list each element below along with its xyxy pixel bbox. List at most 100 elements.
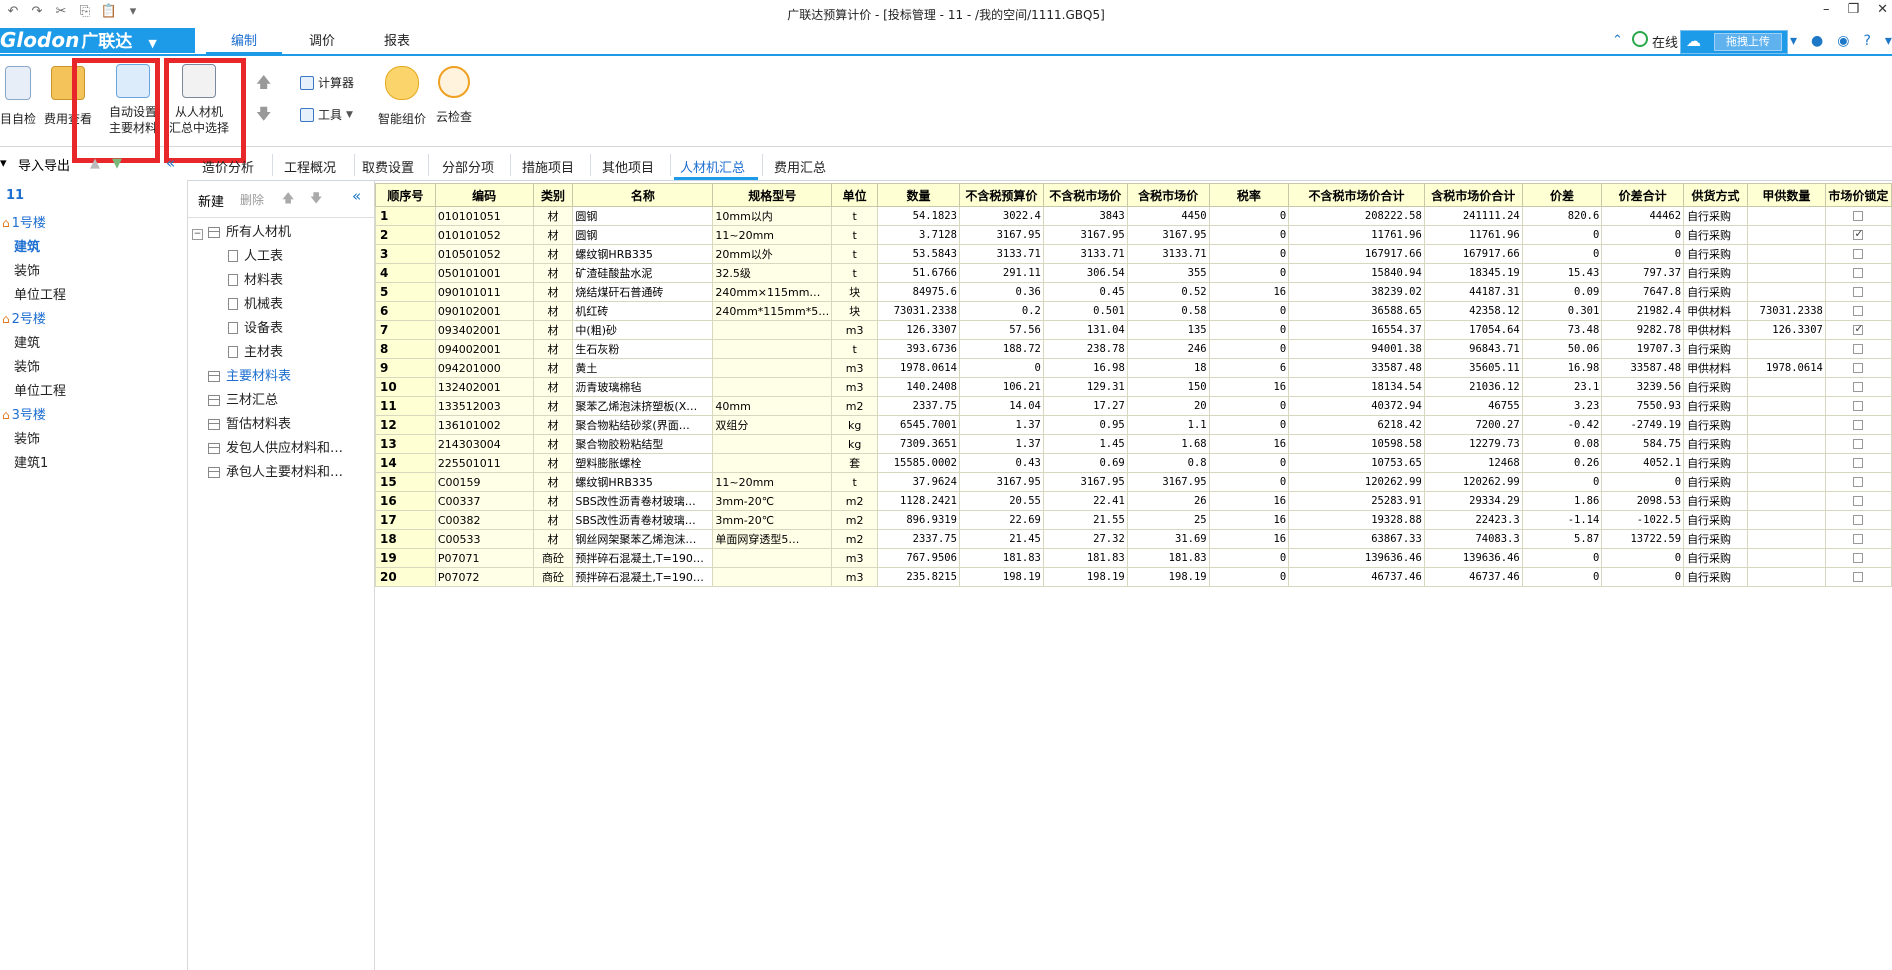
lock-checkbox-cell[interactable]	[1824, 206, 1892, 226]
col-budget-price-cell[interactable]: 20.55	[958, 491, 1044, 511]
col-owner-qty-cell[interactable]	[1746, 510, 1826, 530]
col-market-price-cell[interactable]: 17.27	[1042, 396, 1128, 416]
col-spec-header[interactable]: 规格型号	[712, 183, 833, 207]
col-unit-cell[interactable]: m2	[831, 491, 879, 511]
col-owner-qty-cell[interactable]	[1746, 472, 1826, 492]
delete-button[interactable]: 删除	[240, 191, 264, 208]
col-price-diff-cell[interactable]: 50.06	[1521, 339, 1603, 359]
lock-checkbox-cell[interactable]	[1824, 567, 1892, 587]
col-tax-rate-cell[interactable]: 16	[1208, 491, 1290, 511]
col-unit-cell[interactable]: m2	[831, 510, 879, 530]
col-qty-cell[interactable]: 235.8215	[877, 567, 960, 587]
col-spec-cell[interactable]: 240mm×115mm…	[712, 282, 833, 302]
tab-fee-settings[interactable]: 取费设置	[362, 157, 414, 176]
col-tax-rate-cell[interactable]: 0	[1208, 244, 1290, 264]
tree-provisional[interactable]: 暂估材料表	[208, 413, 291, 432]
col-supply-mode-cell[interactable]: 自行采购	[1683, 529, 1748, 549]
col-market-total-cell[interactable]: 36588.65	[1288, 301, 1425, 321]
col-spec-cell[interactable]	[712, 567, 833, 587]
move-up-small-icon[interactable]: ▲	[90, 156, 100, 171]
col-budget-price-cell[interactable]: 291.11	[958, 263, 1044, 283]
col-type-header[interactable]: 类别	[532, 183, 574, 207]
col-tax-rate-cell[interactable]: 0	[1208, 225, 1290, 245]
col-type-cell[interactable]: 材	[532, 301, 574, 321]
col-supply-mode-cell[interactable]: 甲供材料	[1683, 320, 1748, 340]
col-market-total-cell[interactable]: 18134.54	[1288, 377, 1425, 397]
col-budget-price-cell[interactable]: 0	[958, 358, 1044, 378]
col-diff-total-cell[interactable]: 7647.8	[1601, 282, 1685, 302]
col-diff-total-cell[interactable]: 4052.1	[1601, 453, 1685, 473]
col-code-cell[interactable]: 010101051	[434, 206, 534, 226]
col-owner-qty-cell[interactable]: 126.3307	[1746, 320, 1826, 340]
more-icon[interactable]: ▾	[1885, 33, 1892, 49]
col-market-total-tax-cell[interactable]: 139636.46	[1423, 548, 1523, 568]
col-budget-price-cell[interactable]: 181.83	[958, 548, 1044, 568]
col-qty-cell[interactable]: 1128.2421	[877, 491, 960, 511]
col-diff-total-cell[interactable]: 33587.48	[1601, 358, 1685, 378]
tree-labor[interactable]: 人工表	[228, 245, 283, 264]
col-spec-cell[interactable]: 40mm	[712, 396, 833, 416]
col-tax-rate-cell[interactable]: 16	[1208, 529, 1290, 549]
col-market-price-cell[interactable]: 0.501	[1042, 301, 1128, 321]
col-code-cell[interactable]: P07071	[434, 548, 534, 568]
col-code-cell[interactable]: 225501011	[434, 453, 534, 473]
col-code-cell[interactable]: C00337	[434, 491, 534, 511]
col-owner-qty-cell[interactable]	[1746, 567, 1826, 587]
col-diff-total-cell[interactable]: 21982.4	[1601, 301, 1685, 321]
col-budget-price-cell[interactable]: 22.69	[958, 510, 1044, 530]
lock-checkbox-cell[interactable]	[1824, 491, 1892, 511]
col-market-price-tax-cell[interactable]: 3167.95	[1126, 472, 1210, 492]
col-market-total-cell[interactable]: 120262.99	[1288, 472, 1425, 492]
col-market-price-tax-cell[interactable]: 1.1	[1126, 415, 1210, 435]
col-supply-mode-cell[interactable]: 自行采购	[1683, 510, 1748, 530]
table-row[interactable]: 3 010501052 材螺纹钢HRB335 20mm以外 t 53.5843 3133.7…	[375, 244, 1892, 264]
col-market-total-cell[interactable]: 10753.65	[1288, 453, 1425, 473]
col-code-cell[interactable]: 132402001	[434, 377, 534, 397]
col-owner-qty-cell[interactable]	[1746, 263, 1826, 283]
assistant-icon[interactable]: ◉	[1837, 33, 1849, 49]
col-name-cell[interactable]: 烧结煤矸石普通砖	[572, 282, 714, 302]
col-spec-cell[interactable]: 11~20mm	[712, 472, 833, 492]
col-price-diff-cell[interactable]: 0	[1521, 244, 1603, 264]
col-budget-price-header[interactable]: 不含税预算价	[958, 183, 1044, 207]
col-tax-rate-cell[interactable]: 0	[1208, 339, 1290, 359]
lock-checkbox-cell[interactable]	[1824, 225, 1892, 245]
lock-checkbox-cell[interactable]	[1824, 548, 1892, 568]
table-row[interactable]: 11 133512003 材聚苯乙烯泡沫挤塑板(X… 40mm m2 2337.75 14.…	[375, 396, 1892, 416]
help-icon[interactable]: ?	[1863, 33, 1870, 49]
col-market-price-tax-cell[interactable]: 198.19	[1126, 567, 1210, 587]
col-market-price-cell[interactable]: 3133.71	[1042, 244, 1128, 264]
col-price-diff-cell[interactable]: 0.301	[1521, 301, 1603, 321]
table-row[interactable]: 2 010101052 材圆钢 11~20mm t 3.7128 3167.95 3167.9…	[375, 225, 1892, 245]
col-owner-qty-cell[interactable]	[1746, 244, 1826, 264]
lock-checkbox-cell[interactable]	[1824, 263, 1892, 283]
col-unit-cell[interactable]: kg	[831, 415, 879, 435]
col-owner-qty-cell[interactable]	[1746, 282, 1826, 302]
col-diff-total-cell[interactable]: 3239.56	[1601, 377, 1685, 397]
col-budget-price-cell[interactable]: 188.72	[958, 339, 1044, 359]
col-price-diff-cell[interactable]: 3.23	[1521, 396, 1603, 416]
col-spec-cell[interactable]: 10mm以内	[712, 206, 833, 226]
col-tax-rate-cell[interactable]: 0	[1208, 396, 1290, 416]
col-market-total-cell[interactable]: 139636.46	[1288, 548, 1425, 568]
col-unit-cell[interactable]: m2	[831, 529, 879, 549]
col-budget-price-cell[interactable]: 198.19	[958, 567, 1044, 587]
col-diff-total-cell[interactable]: 0	[1601, 548, 1685, 568]
col-qty-cell[interactable]: 2337.75	[877, 396, 960, 416]
move-down-icon[interactable]: 🡇	[256, 104, 271, 129]
col-market-price-tax-cell[interactable]: 246	[1126, 339, 1210, 359]
col-market-price-cell[interactable]: 131.04	[1042, 320, 1128, 340]
col-market-price-tax-cell[interactable]: 20	[1126, 396, 1210, 416]
col-diff-total-cell[interactable]: 797.37	[1601, 263, 1685, 283]
tree-building-3[interactable]: ⌂ 3号楼	[2, 404, 46, 423]
col-market-price-tax-cell[interactable]: 0.8	[1126, 453, 1210, 473]
lock-checkbox[interactable]	[1853, 286, 1864, 297]
col-name-cell[interactable]: 预拌碎石混凝土,T=190…	[572, 548, 714, 568]
lock-checkbox-cell[interactable]	[1824, 282, 1892, 302]
col-tax-rate-cell[interactable]: 0	[1208, 415, 1290, 435]
col-market-total-tax-cell[interactable]: 74083.3	[1423, 529, 1523, 549]
col-unit-cell[interactable]: 块	[831, 301, 879, 321]
col-spec-cell[interactable]: 单面网穿透型5…	[712, 529, 833, 549]
col-market-price-cell[interactable]: 27.32	[1042, 529, 1128, 549]
lock-checkbox[interactable]	[1853, 381, 1864, 392]
